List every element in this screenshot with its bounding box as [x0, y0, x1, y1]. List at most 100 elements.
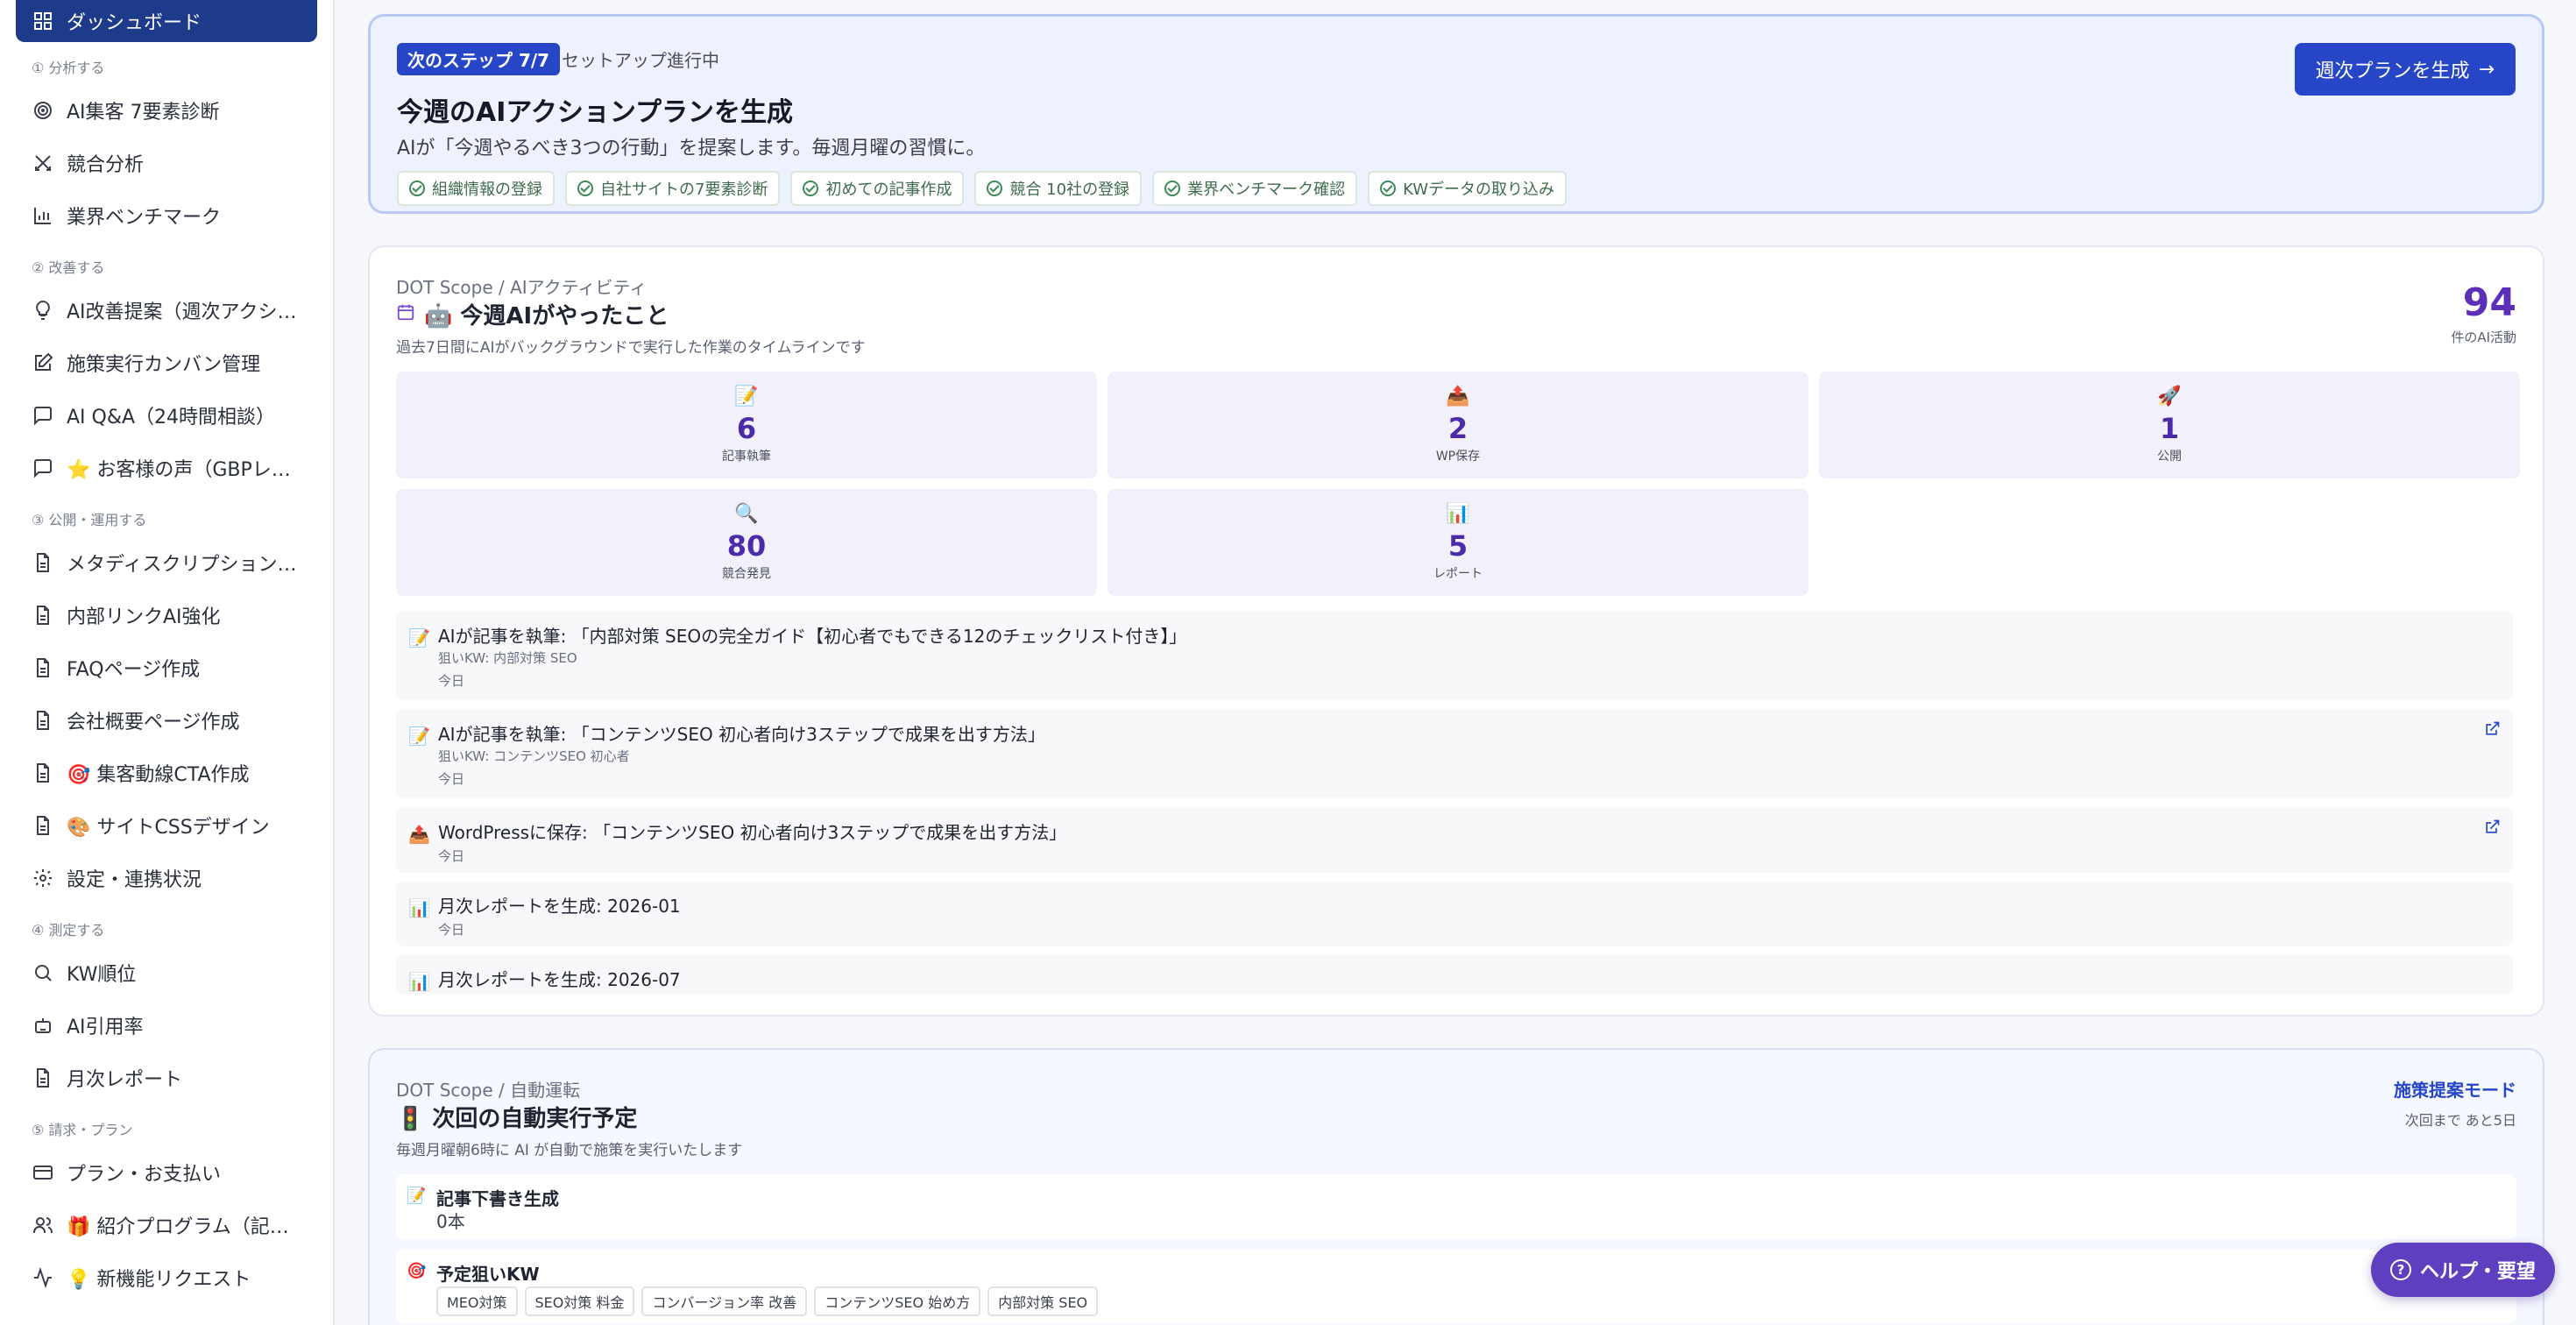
credit-card-icon — [32, 1161, 54, 1184]
stat-value: 1 — [2159, 412, 2180, 445]
sidebar-item-benchmark[interactable]: 業界ベンチマーク — [16, 189, 317, 242]
sidebar-item-diagnosis[interactable]: AI集客 7要素診断 — [16, 84, 317, 137]
sidebar-item-label: プラン・お支払い — [67, 1164, 222, 1186]
chart-icon: 📊 — [408, 971, 430, 992]
sidebar-item-kanban[interactable]: 施策実行カンバン管理 — [16, 337, 317, 389]
sidebar-item-cite[interactable]: AI引用率 — [16, 999, 317, 1052]
sidebar-item-label: 🎨 サイトCSSデザイン — [67, 817, 270, 839]
target-icon — [32, 99, 54, 122]
chat-icon — [32, 404, 54, 427]
chart-icon: 📊 — [1446, 503, 1470, 525]
checklist-chip: 競合 10社の登録 — [974, 171, 1143, 206]
keyword-tag: コンバージョン率 改善 — [641, 1286, 808, 1316]
stat-value: 5 — [1447, 529, 1468, 563]
timeline-item[interactable]: 📝 AIが記事を執筆: 「コンテンツSEO 初心者向け3ステップで成果を出す方法… — [396, 710, 2513, 797]
sidebar-item-label: 競合分析 — [67, 154, 145, 176]
robot-icon — [32, 1014, 54, 1037]
sidebar-item-label: 💡 新機能リクエスト — [67, 1269, 251, 1291]
sidebar-item-internal-link[interactable]: 内部リンクAI強化 — [16, 589, 317, 641]
auto-mode: 施策提案モード 次回まで あと5日 — [2394, 1076, 2516, 1130]
sidebar-item-report[interactable]: 月次レポート — [16, 1052, 317, 1104]
sidebar-item-label: ⭐ お客様の声（GBPレビ… — [67, 459, 301, 481]
edit-icon — [32, 351, 54, 374]
auto-mode-link[interactable]: 施策提案モード — [2394, 1076, 2516, 1102]
checklist-chip: 業界ベンチマーク確認 — [1152, 171, 1358, 206]
sidebar-item-label: AI引用率 — [67, 1017, 144, 1038]
timeline-keyword: 狙いKW: コンテンツSEO 初心者 — [438, 748, 630, 764]
outbox-icon: 📤 — [408, 824, 430, 845]
sidebar-item-company[interactable]: 会社概要ページ作成 — [16, 694, 317, 747]
sidebar-item-label: 🎯 集客動線CTA作成 — [67, 764, 250, 786]
lightbulb-icon — [32, 299, 54, 322]
sidebar-item-competitor[interactable]: 競合分析 — [16, 137, 317, 189]
scheduled-drafts-label: 記事下書き生成 — [436, 1188, 559, 1209]
chip-label: 初めての記事作成 — [825, 181, 952, 199]
stat-label: レポート — [1433, 567, 1483, 581]
arrow-right-icon: → — [2478, 58, 2495, 81]
check-circle-icon — [577, 181, 593, 196]
sidebar-item-label: AI集客 7要素診断 — [67, 102, 220, 124]
external-link-icon[interactable] — [2483, 818, 2501, 840]
question-circle-icon: ? — [2389, 1259, 2411, 1280]
timeline-item[interactable]: 📊 月次レポートを生成: 2026-07 — [396, 955, 2513, 994]
chip-label: 組織情報の登録 — [432, 181, 542, 199]
timeline-date: 今日 — [438, 771, 465, 787]
sidebar-item-css[interactable]: 🎨 サイトCSSデザイン — [16, 799, 317, 852]
stat-value: 80 — [726, 529, 767, 563]
help-request-button[interactable]: ? ヘルプ・要望 — [2371, 1243, 2555, 1297]
sidebar-item-plan[interactable]: プラン・お支払い — [16, 1146, 317, 1199]
timeline-item[interactable]: 📊 月次レポートを生成: 2026-01 今日 — [396, 882, 2513, 946]
section-title-analyze: ① 分析する — [32, 60, 105, 76]
sidebar-item-referral[interactable]: 🎁 紹介プログラム（記事1… — [16, 1199, 317, 1251]
breadcrumb: DOT Scope / 自動運転 — [396, 1080, 581, 1101]
keyword-tag: 内部対策 SEO — [987, 1286, 1099, 1316]
scheduled-drafts: 📝 記事下書き生成 0本 — [396, 1174, 2516, 1239]
timeline-date: 今日 — [438, 673, 465, 689]
activity-title: 🤖 今週AIがやったこと — [396, 298, 669, 330]
dart-icon: 🎯 — [407, 1262, 427, 1280]
chip-label: 競合 10社の登録 — [1009, 181, 1130, 199]
users-icon — [32, 1214, 54, 1236]
activity-title-text: 🤖 今週AIがやったこと — [424, 303, 669, 329]
sidebar-item-label: FAQページ作成 — [67, 659, 201, 681]
chart-icon: 📊 — [408, 897, 430, 918]
auto-run-subtitle: 毎週月曜朝6時に AI が自動で施策を実行いたします — [396, 1142, 743, 1159]
timeline-item[interactable]: 📝 AIが記事を執筆: 「内部対策 SEOの完全ガイド【初心者でもできる12のチ… — [396, 612, 2513, 699]
sidebar-item-suggest[interactable]: AI改善提案（週次アクショ… — [16, 284, 317, 337]
check-circle-icon — [1164, 181, 1181, 196]
activity-icon — [32, 1266, 54, 1289]
sidebar-item-kw[interactable]: KW順位 — [16, 946, 317, 999]
sidebar-item-cta[interactable]: 🎯 集客動線CTA作成 — [16, 747, 317, 799]
sidebar-item-qa[interactable]: AI Q&A（24時間相談） — [16, 389, 317, 442]
sidebar-item-label: KW順位 — [67, 964, 137, 986]
sidebar-item-label: 月次レポート — [67, 1069, 183, 1091]
timeline-date: 今日 — [438, 848, 465, 864]
stat-label: 記事執筆 — [722, 450, 771, 464]
chip-label: KWデータの取り込み — [1403, 181, 1555, 199]
checklist-chip: KWデータの取り込み — [1368, 171, 1568, 206]
activity-count: 94 件のAI活動 — [2451, 284, 2516, 346]
timeline-date: 今日 — [438, 922, 465, 938]
generate-weekly-plan-button[interactable]: 週次プランを生成 → — [2294, 43, 2516, 96]
timeline-item[interactable]: 📤 WordPressに保存: 「コンテンツSEO 初心者向け3ステップで成果を… — [396, 808, 2513, 873]
sidebar-item-settings[interactable]: 設定・連携状況 — [16, 852, 317, 904]
calendar-icon — [396, 301, 415, 328]
document-icon — [32, 656, 54, 679]
next-run-countdown: 次回まで あと5日 — [2404, 1112, 2516, 1129]
sidebar-item-meta[interactable]: メタディスクリプション最… — [16, 536, 317, 589]
sidebar-item-label: AI改善提案（週次アクショ… — [67, 301, 301, 323]
sidebar-item-request[interactable]: 💡 新機能リクエスト — [16, 1251, 317, 1304]
stat-articles: 📝 6 記事執筆 — [396, 372, 1097, 478]
sidebar-item-dashboard[interactable]: ダッシュボード — [16, 0, 317, 42]
scheduled-keywords-label: 予定狙いKW — [436, 1264, 540, 1285]
activity-count-value: 94 — [2462, 280, 2516, 325]
external-link-icon[interactable] — [2483, 720, 2501, 741]
keyword-tag: SEO対策 料金 — [524, 1286, 635, 1316]
sidebar-item-faq[interactable]: FAQページ作成 — [16, 641, 317, 694]
sidebar-item-voice[interactable]: ⭐ お客様の声（GBPレビ… — [16, 442, 317, 494]
section-title-billing: ⑤ 請求・プラン — [32, 1122, 133, 1138]
sidebar-item-label: 設定・連携状況 — [67, 869, 202, 891]
chip-label: 自社サイトの7要素診断 — [600, 181, 768, 199]
document-icon — [32, 709, 54, 732]
keyword-tag: コンテンツSEO 始め方 — [814, 1286, 981, 1316]
